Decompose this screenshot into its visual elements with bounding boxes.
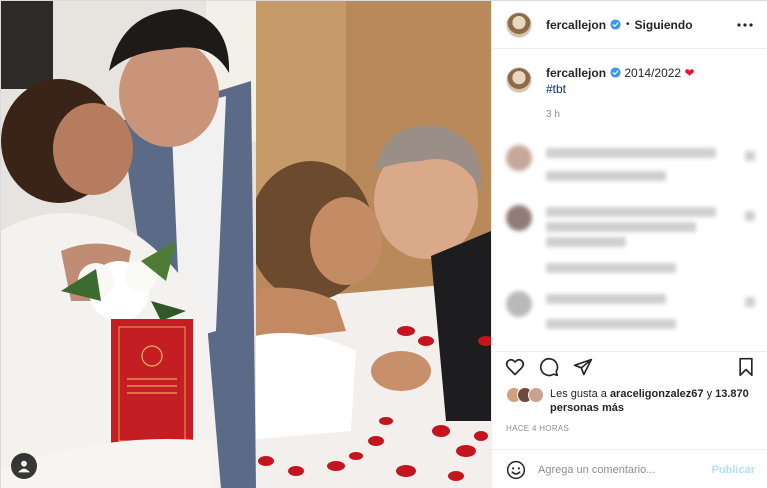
- share-icon: [573, 358, 593, 375]
- likes-conjunction: y: [706, 388, 713, 400]
- photo-2014-illustration: [1, 1, 256, 488]
- post-details-panel: fercallejon • Siguiendo fercallejon 2014…: [491, 1, 767, 488]
- comment-meta-blurred: [546, 171, 666, 181]
- caption-body: fercallejon 2014/2022 ❤ #tbt: [546, 65, 695, 97]
- hashtag-link[interactable]: #tbt: [546, 81, 695, 97]
- emoji-button[interactable]: [506, 460, 526, 480]
- save-button[interactable]: [735, 356, 757, 378]
- more-options-icon: [737, 22, 753, 27]
- comment-text-blurred: [546, 207, 716, 217]
- likes-prefix: Les gusta a: [550, 388, 607, 400]
- post-media[interactable]: [1, 1, 491, 488]
- red-heart-emoji: ❤: [684, 66, 695, 80]
- comment-item: [506, 205, 755, 275]
- comments-list: [492, 133, 767, 351]
- comment-meta-blurred: [546, 263, 676, 273]
- comment-text-blurred: [546, 148, 716, 158]
- post-modal: fercallejon • Siguiendo fercallejon 2014…: [0, 0, 767, 488]
- caption-avatar[interactable]: [506, 67, 532, 93]
- comment-item: [506, 145, 755, 195]
- comment-text-blurred: [546, 222, 696, 232]
- user-tag-button[interactable]: [11, 453, 37, 479]
- share-button[interactable]: [572, 356, 594, 378]
- save-icon: [739, 357, 753, 376]
- likes-text: Les gusta a araceligonzalez67 y 13.870 p…: [550, 387, 756, 415]
- liker-username[interactable]: araceligonzalez67: [610, 388, 704, 400]
- photo-2022: [256, 1, 491, 488]
- verified-badge-icon: [610, 67, 621, 78]
- comment-icon: [539, 357, 559, 376]
- comment-button[interactable]: [538, 356, 560, 378]
- comment-item: [506, 291, 755, 341]
- comment-like-icon[interactable]: [745, 297, 755, 307]
- comment-avatar: [506, 145, 532, 171]
- like-icon: [505, 358, 525, 375]
- caption-timestamp: 3 h: [546, 109, 560, 120]
- author-avatar[interactable]: [506, 11, 532, 38]
- liker-avatar: [528, 387, 544, 403]
- comment-avatar: [506, 205, 532, 231]
- comment-input[interactable]: [538, 463, 712, 476]
- photo-2014: [1, 1, 256, 488]
- separator-dot: •: [626, 19, 630, 30]
- like-button[interactable]: [504, 356, 526, 378]
- comment-like-icon[interactable]: [745, 211, 755, 221]
- post-header: fercallejon • Siguiendo: [492, 1, 767, 49]
- likers-avatars[interactable]: [506, 387, 546, 403]
- add-comment-bar: Publicar: [492, 449, 767, 488]
- more-options-button[interactable]: [736, 16, 754, 34]
- comment-text-blurred: [546, 237, 626, 247]
- following-button[interactable]: Siguiendo: [635, 18, 693, 32]
- post-actions: [492, 351, 767, 381]
- author-username[interactable]: fercallejon: [546, 18, 606, 32]
- likes-summary: Les gusta a araceligonzalez67 y 13.870 p…: [506, 387, 756, 415]
- comment-text-blurred: [546, 294, 666, 304]
- post-caption: fercallejon 2014/2022 ❤ #tbt: [492, 49, 767, 97]
- caption-username[interactable]: fercallejon: [546, 66, 606, 80]
- caption-text: 2014/2022: [624, 66, 682, 80]
- post-timestamp[interactable]: HACE 4 HORAS: [506, 424, 569, 433]
- publish-button[interactable]: Publicar: [712, 464, 755, 476]
- user-tag-icon: [18, 460, 30, 473]
- verified-badge-icon: [610, 19, 621, 30]
- comment-meta-blurred: [546, 319, 676, 329]
- emoji-icon: [506, 460, 526, 479]
- comment-avatar: [506, 291, 532, 317]
- photo-2022-illustration: [256, 1, 491, 488]
- comment-like-icon[interactable]: [745, 151, 755, 161]
